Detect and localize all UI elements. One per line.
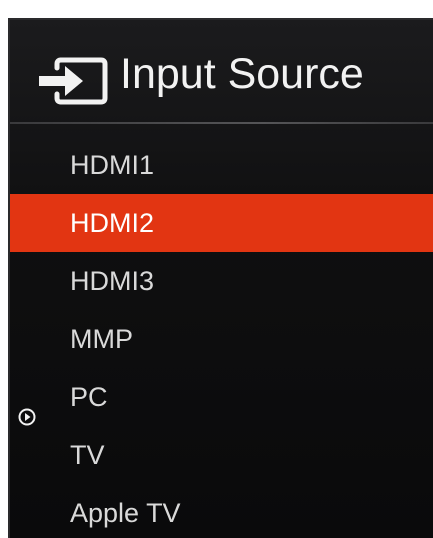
source-item-hdmi2[interactable]: HDMI2 <box>10 194 433 252</box>
source-item-label: PC <box>70 382 108 412</box>
current-source-icon <box>18 388 36 426</box>
source-item-hdmi1[interactable]: HDMI1 <box>10 136 433 194</box>
source-item-pc[interactable]: PC <box>10 368 433 426</box>
source-item-label: Apple TV <box>70 498 181 528</box>
source-item-label: HDMI2 <box>70 208 155 238</box>
source-list: HDMI1 HDMI2 HDMI3 MMP PC TV Apple TV <box>10 136 433 538</box>
menu-title: Input Source <box>120 50 364 98</box>
source-item-hdmi3[interactable]: HDMI3 <box>10 252 433 310</box>
input-source-menu: Input Source HDMI1 HDMI2 HDMI3 MMP PC TV <box>8 18 433 538</box>
source-item-label: HDMI3 <box>70 266 155 296</box>
source-item-tv[interactable]: TV <box>10 426 433 484</box>
source-item-label: HDMI1 <box>70 150 155 180</box>
input-source-icon <box>35 54 109 108</box>
menu-header: Input Source <box>10 20 433 120</box>
source-item-apple-tv[interactable]: Apple TV <box>10 484 433 538</box>
source-item-label: MMP <box>70 324 133 354</box>
source-item-mmp[interactable]: MMP <box>10 310 433 368</box>
source-item-label: TV <box>70 440 105 470</box>
header-divider <box>10 122 433 124</box>
